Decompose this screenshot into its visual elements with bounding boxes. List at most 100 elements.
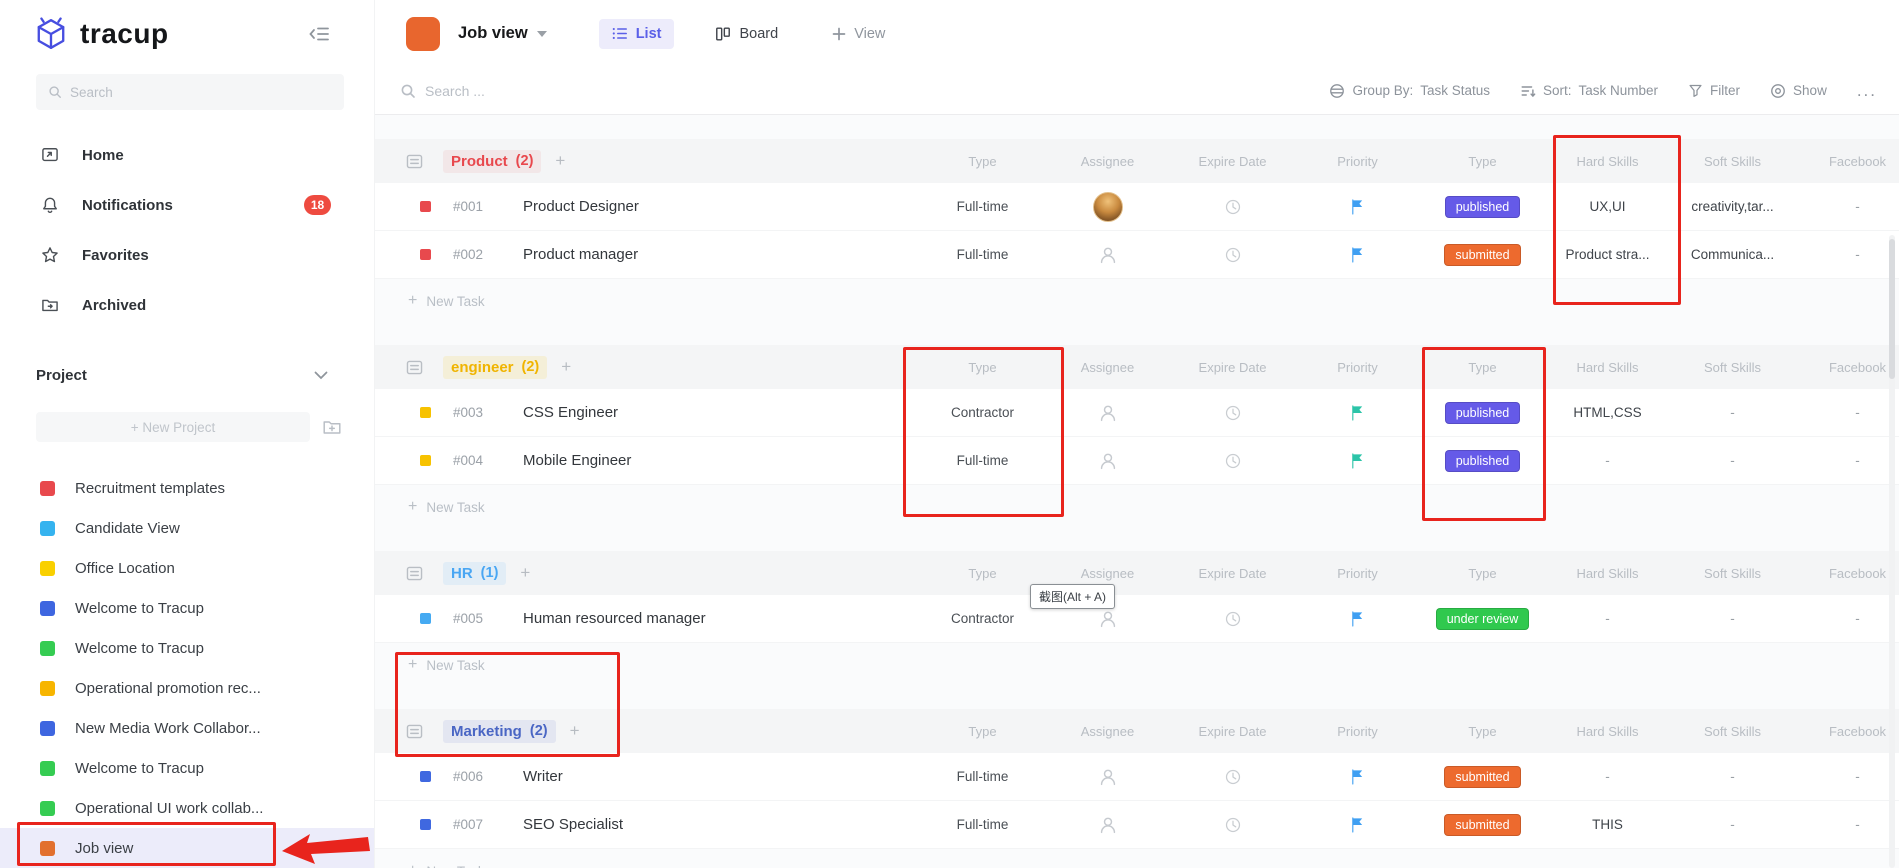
filter-control[interactable]: Filter <box>1688 83 1740 98</box>
table-row[interactable]: #002 Product manager Full-time <box>375 231 1899 279</box>
task-title[interactable]: SEO Specialist <box>523 816 623 833</box>
sort-control[interactable]: Sort: Task Number <box>1520 83 1658 99</box>
cell-priority[interactable] <box>1295 768 1420 785</box>
column-header[interactable]: Facebook <box>1795 154 1899 169</box>
column-header[interactable]: Assignee <box>1045 724 1170 739</box>
task-title[interactable]: Mobile Engineer <box>523 452 631 469</box>
table-search-input[interactable] <box>425 83 645 99</box>
column-header[interactable]: Type <box>1420 360 1545 375</box>
cell-status[interactable]: published <box>1420 450 1545 472</box>
cell-status[interactable]: submitted <box>1420 244 1545 266</box>
table-row[interactable]: #001 Product Designer Full-time <box>375 183 1899 231</box>
cell-expire-date[interactable] <box>1170 452 1295 470</box>
column-header[interactable]: Assignee <box>1045 360 1170 375</box>
column-header[interactable]: Type <box>920 360 1045 375</box>
sidebar-project-item[interactable]: New Media Work Collabor... <box>0 708 374 748</box>
group-header[interactable]: Product (2) + <box>375 150 920 173</box>
column-header[interactable]: Assignee <box>1045 566 1170 581</box>
new-task-button[interactable]: + New Task <box>375 643 1899 687</box>
cell-priority[interactable] <box>1295 816 1420 833</box>
cell-hard-skills[interactable]: THIS <box>1545 817 1670 832</box>
add-task-icon[interactable]: + <box>520 563 530 583</box>
column-header[interactable]: Priority <box>1295 724 1420 739</box>
scrollbar[interactable] <box>1889 235 1895 868</box>
cell-expire-date[interactable] <box>1170 246 1295 264</box>
column-header[interactable]: Priority <box>1295 360 1420 375</box>
tab-new-view[interactable]: View <box>819 19 898 49</box>
cell-soft-skills[interactable]: creativity,tar... <box>1670 199 1795 214</box>
cell-soft-skills[interactable]: - <box>1670 453 1795 468</box>
cell-facebook[interactable]: - <box>1795 611 1899 626</box>
cell-facebook[interactable]: - <box>1795 199 1899 214</box>
tab-list[interactable]: List <box>599 19 675 49</box>
cell-priority[interactable] <box>1295 246 1420 263</box>
sidebar-item-home[interactable]: Home <box>0 130 374 180</box>
column-header[interactable]: Expire Date <box>1170 566 1295 581</box>
chevron-down-icon[interactable] <box>537 31 547 37</box>
cell-priority[interactable] <box>1295 404 1420 421</box>
sidebar-item-notifications[interactable]: Notifications 18 <box>0 180 374 230</box>
column-header[interactable]: Type <box>920 566 1045 581</box>
more-options-icon[interactable]: ... <box>1857 81 1877 101</box>
column-header[interactable]: Expire Date <box>1170 154 1295 169</box>
column-header[interactable]: Hard Skills <box>1545 360 1670 375</box>
sidebar-project-item[interactable]: Candidate View <box>0 508 374 548</box>
cell-priority[interactable] <box>1295 452 1420 469</box>
new-folder-icon[interactable] <box>320 416 344 438</box>
sidebar-project-item[interactable]: Welcome to Tracup <box>0 588 374 628</box>
cell-assignee[interactable] <box>1045 608 1170 630</box>
cell-assignee[interactable] <box>1045 814 1170 836</box>
sidebar-project-item[interactable]: Office Location <box>0 548 374 588</box>
column-header[interactable]: Type <box>1420 566 1545 581</box>
cell-assignee[interactable] <box>1045 244 1170 266</box>
column-header[interactable]: Expire Date <box>1170 724 1295 739</box>
cell-expire-date[interactable] <box>1170 816 1295 834</box>
tab-board[interactable]: Board <box>702 19 791 49</box>
column-header[interactable]: Expire Date <box>1170 360 1295 375</box>
sidebar-item-favorites[interactable]: Favorites <box>0 230 374 280</box>
cell-hard-skills[interactable]: - <box>1545 453 1670 468</box>
cell-type[interactable]: Full-time <box>920 247 1045 262</box>
cell-soft-skills[interactable]: Communica... <box>1670 247 1795 262</box>
column-header[interactable]: Type <box>1420 724 1545 739</box>
column-header[interactable]: Hard Skills <box>1545 724 1670 739</box>
cell-soft-skills[interactable]: - <box>1670 817 1795 832</box>
task-title[interactable]: Human resourced manager <box>523 610 706 627</box>
new-task-button[interactable]: + New Task <box>375 485 1899 529</box>
task-title[interactable]: Product Designer <box>523 198 639 215</box>
cell-facebook[interactable]: - <box>1795 247 1899 262</box>
column-header[interactable]: Soft Skills <box>1670 566 1795 581</box>
task-title[interactable]: Writer <box>523 768 563 785</box>
cell-priority[interactable] <box>1295 610 1420 627</box>
cell-status[interactable]: published <box>1420 196 1545 218</box>
column-header[interactable]: Hard Skills <box>1545 566 1670 581</box>
table-row[interactable]: #003 CSS Engineer Contractor <box>375 389 1899 437</box>
new-task-button[interactable]: + New Task <box>375 279 1899 323</box>
cell-status[interactable]: under review <box>1420 608 1545 630</box>
add-task-icon[interactable]: + <box>570 721 580 741</box>
table-row[interactable]: #004 Mobile Engineer Full-time <box>375 437 1899 485</box>
column-header[interactable]: Soft Skills <box>1670 724 1795 739</box>
column-header[interactable]: Facebook <box>1795 360 1899 375</box>
cell-hard-skills[interactable]: HTML,CSS <box>1545 405 1670 420</box>
cell-hard-skills[interactable]: UX,UI <box>1545 199 1670 214</box>
cell-status[interactable]: submitted <box>1420 766 1545 788</box>
column-header[interactable]: Type <box>920 154 1045 169</box>
add-task-icon[interactable]: + <box>555 151 565 171</box>
cell-hard-skills[interactable]: Product stra... <box>1545 247 1670 262</box>
cell-assignee[interactable] <box>1045 402 1170 424</box>
column-header[interactable]: Soft Skills <box>1670 154 1795 169</box>
cell-type[interactable]: Full-time <box>920 453 1045 468</box>
cell-expire-date[interactable] <box>1170 768 1295 786</box>
show-control[interactable]: Show <box>1770 83 1827 99</box>
sidebar-project-item[interactable]: Operational promotion rec... <box>0 668 374 708</box>
cell-type[interactable]: Contractor <box>920 611 1045 626</box>
column-header[interactable]: Type <box>920 724 1045 739</box>
collapse-sidebar-icon[interactable] <box>308 24 330 44</box>
chevron-down-icon[interactable] <box>314 371 328 380</box>
new-task-button[interactable]: + New Task <box>375 849 1899 868</box>
cell-priority[interactable] <box>1295 198 1420 215</box>
cell-facebook[interactable]: - <box>1795 817 1899 832</box>
column-header[interactable]: Soft Skills <box>1670 360 1795 375</box>
project-section-header[interactable]: Project <box>0 360 374 390</box>
